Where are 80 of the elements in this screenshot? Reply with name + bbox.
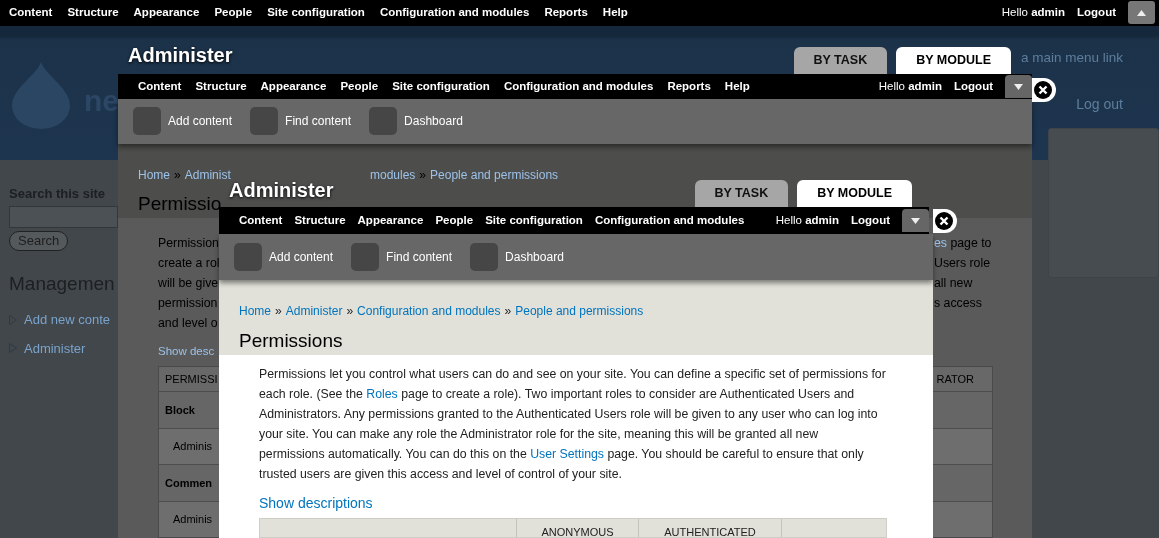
logout-link[interactable]: Logout xyxy=(1077,4,1116,22)
menu-link[interactable]: Administer xyxy=(24,338,86,358)
toolbar-menu-link[interactable]: People xyxy=(435,211,474,230)
user-greeting: Hello admin xyxy=(878,78,943,94)
breadcrumb-link[interactable]: Home xyxy=(239,301,271,320)
show-descriptions-link[interactable]: Show descriptions xyxy=(259,493,373,514)
permission-name: Adminis xyxy=(173,512,213,528)
toolbar-menu-link[interactable]: Help xyxy=(724,77,750,96)
toolbar-menu-link[interactable]: Structure xyxy=(67,4,119,22)
paragraph-line: permission xyxy=(158,295,218,312)
inline-link[interactable]: Roles xyxy=(366,387,398,401)
toolbar-menu-link[interactable]: Appearance xyxy=(133,4,200,22)
page-title: Permissions xyxy=(239,328,344,353)
toolbar-menu-link[interactable]: Configuration and modules xyxy=(503,77,654,96)
breadcrumb-link[interactable]: People and permissions xyxy=(515,301,644,320)
paragraph-line: es page to xyxy=(934,235,992,252)
paragraph-line: create a rol xyxy=(158,255,220,272)
breadcrumb-separator: » xyxy=(346,302,354,320)
breadcrumb-link[interactable]: Configuration and modules xyxy=(357,301,501,320)
breadcrumb-link[interactable]: Administ xyxy=(184,165,231,184)
module-name: Commen xyxy=(165,475,213,491)
user-greeting: Hello admin xyxy=(1001,5,1066,21)
paragraph-line: will be give xyxy=(158,275,219,292)
logout-link[interactable]: Logout xyxy=(851,211,890,230)
breadcrumb-link[interactable]: Home xyxy=(138,165,170,184)
toolbar-menu-link[interactable]: Appearance xyxy=(357,211,424,230)
view-tab[interactable]: BY TASK xyxy=(793,47,888,74)
show-descriptions-link[interactable]: Show desc xyxy=(158,343,215,361)
toolbar-menu-link[interactable]: Content xyxy=(239,211,283,230)
toolbar-menu-link[interactable]: Reports xyxy=(667,77,711,96)
overlay-title: Administer xyxy=(128,43,233,68)
breadcrumb-link[interactable]: modules xyxy=(370,165,416,184)
breadcrumb-link[interactable]: People and permissions xyxy=(430,165,559,184)
view-tab[interactable]: BY MODULE xyxy=(797,180,912,207)
overlay-title: Administer xyxy=(229,179,334,203)
page-title: Permissio xyxy=(138,191,222,216)
toolbar-menu-link[interactable]: Reports xyxy=(544,4,588,22)
shortcut-link[interactable]: Dashboard xyxy=(404,112,463,131)
paragraph-line: Permission xyxy=(158,235,219,252)
breadcrumb-link[interactable]: Administer xyxy=(285,301,343,320)
menu-link[interactable]: Add new conte xyxy=(24,310,110,330)
shortcut-link[interactable]: Dashboard xyxy=(505,247,564,266)
breadcrumb-separator: » xyxy=(174,166,181,184)
toolbar-menu-link[interactable]: Content xyxy=(138,77,182,96)
user-greeting: Hello admin xyxy=(775,212,840,228)
toolbar-menu-link[interactable]: Appearance xyxy=(260,77,327,96)
menu-hint-text: a main menu link xyxy=(1020,49,1123,67)
toolbar-menu-link[interactable]: Site configuration xyxy=(267,4,365,22)
shortcut-link[interactable]: Add content xyxy=(269,247,334,266)
view-tab[interactable]: BY TASK xyxy=(694,180,789,207)
inline-link[interactable]: User Settings xyxy=(530,447,604,461)
toolbar-menu-link[interactable]: Content xyxy=(9,4,53,22)
toolbar-menu-link[interactable]: Configuration and modules xyxy=(594,211,745,230)
toolbar-menu-link[interactable]: Configuration and modules xyxy=(379,4,530,22)
toolbar-menu-link[interactable]: Site configuration xyxy=(392,77,490,96)
column-header: AUTHENTICATED xyxy=(638,519,781,537)
paragraph-line: and level o xyxy=(158,315,218,332)
toolbar-menu-link[interactable]: Help xyxy=(602,4,628,22)
breadcrumb-separator: » xyxy=(275,302,282,320)
permission-name: Adminis xyxy=(173,439,213,455)
paragraph-line: all new xyxy=(934,275,973,292)
column-header: ANONYMOUS xyxy=(516,519,638,537)
shortcut-link[interactable]: Find content xyxy=(285,112,352,131)
view-tab[interactable]: BY MODULE xyxy=(896,47,1011,74)
logout-link[interactable]: Logout xyxy=(954,77,993,96)
toolbar-menu-link[interactable]: Site configuration xyxy=(485,211,583,230)
shortcut-link[interactable]: Find content xyxy=(386,247,453,266)
toolbar-menu-link[interactable]: Structure xyxy=(294,211,346,230)
shortcut-link[interactable]: Add content xyxy=(168,112,233,131)
column-header: RATOR xyxy=(936,371,974,387)
breadcrumb-separator: » xyxy=(419,166,427,184)
column-header: PERMISSI xyxy=(165,371,218,387)
intro-paragraph: Permissions let you control what users can do and see on your site. You can define a specific set of permissions for each role. (See the Roles page to create a role). Two important roles to consider are Authenticated Users and Administrators. Any permissions granted to the Authenticated Users role will be given to any user who can log into your site. You can make any role the Administrator role for the site, meaning this will be granted all new permissions automatically. You can do this on the User Settings page. You should be careful to ensure that only trusted users are given this access and level of control of your site. xyxy=(259,366,887,483)
toolbar-menu-link[interactable]: Structure xyxy=(195,77,247,96)
paragraph-line: Users role xyxy=(934,255,991,272)
module-name: Block xyxy=(165,402,195,418)
toolbar-menu-link[interactable]: People xyxy=(214,4,253,22)
breadcrumb-separator: » xyxy=(504,302,512,320)
paragraph-line: s access xyxy=(934,295,982,312)
toolbar-menu-link[interactable]: People xyxy=(340,77,379,96)
